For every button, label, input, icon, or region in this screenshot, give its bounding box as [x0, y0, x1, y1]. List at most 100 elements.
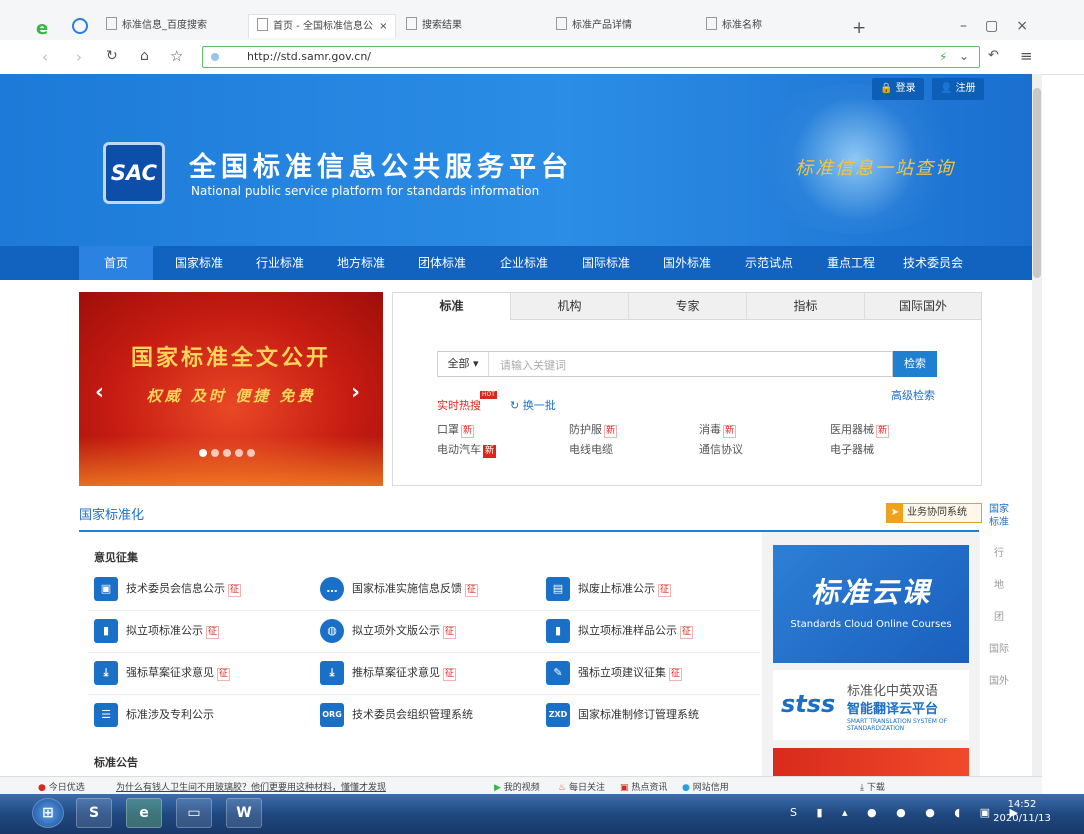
- link-recommended-draft[interactable]: ⤓ 推标草案征求意见征: [320, 660, 457, 686]
- taskbar-browser-icon[interactable]: e: [126, 798, 162, 828]
- link-patent-notice[interactable]: ☰ 标准涉及专利公示: [94, 702, 214, 728]
- new-tab-icon[interactable]: +: [852, 18, 866, 38]
- nav-group[interactable]: 团体标准: [405, 246, 479, 280]
- link-implementation-feedback[interactable]: … 国家标准实施信息反馈征: [320, 576, 479, 602]
- undo-icon[interactable]: ↶: [988, 48, 999, 63]
- nav-national[interactable]: 国家标准: [162, 246, 236, 280]
- tab-home[interactable]: 首页 - 全国标准信息公 ×: [248, 14, 396, 38]
- hot-keyword[interactable]: 口罩新: [437, 421, 475, 438]
- slide-dot[interactable]: [211, 449, 219, 457]
- login-button[interactable]: 🔒 登录: [872, 78, 924, 100]
- forward-icon[interactable]: ›: [76, 48, 82, 66]
- scrollbar-thumb[interactable]: [1033, 88, 1041, 278]
- url-field[interactable]: http://std.samr.gov.cn/ ⚡ ⌄: [202, 46, 980, 68]
- tab-organization[interactable]: 机构: [511, 293, 629, 320]
- status-hot-news[interactable]: ▣ 热点资讯: [620, 780, 667, 793]
- business-collab-button[interactable]: ➤ 业务协同系统: [886, 503, 982, 523]
- start-button[interactable]: ⊞: [32, 798, 64, 828]
- search-button[interactable]: 检索: [893, 351, 937, 377]
- status-my-video[interactable]: ▶ 我的视频: [494, 780, 540, 793]
- slide-dot[interactable]: [199, 449, 207, 457]
- reload-icon[interactable]: ↻: [106, 48, 118, 64]
- link-abolish-notice[interactable]: ▤ 拟废止标准公示征: [546, 576, 672, 602]
- side-nav-industry[interactable]: 行: [986, 544, 1012, 559]
- translation-line1: 标准化中英双语: [847, 684, 939, 699]
- slide-dots[interactable]: [199, 447, 259, 460]
- side-nav-national[interactable]: 国家标准: [986, 503, 1012, 529]
- next-slide-icon[interactable]: ›: [351, 380, 360, 405]
- nav-pilot[interactable]: 示范试点: [732, 246, 806, 280]
- advanced-search-link[interactable]: 高级检索: [891, 387, 935, 403]
- star-icon[interactable]: ☆: [170, 47, 183, 65]
- home-icon[interactable]: ⌂: [140, 48, 149, 64]
- page-scrollbar[interactable]: [1032, 74, 1042, 776]
- link-committee-info[interactable]: ▣ 技术委员会信息公示征: [94, 576, 242, 602]
- status-daily-focus[interactable]: ♨ 每日关注: [558, 780, 605, 793]
- slide-dot[interactable]: [235, 449, 243, 457]
- hot-keyword[interactable]: 防护服新: [569, 421, 618, 438]
- news-ticker[interactable]: 为什么有钱人卫生间不用玻璃胶？他们更要用这种材料，懂懂才发现: [116, 780, 416, 793]
- tab-intl-foreign[interactable]: 国际国外: [865, 293, 981, 320]
- navigate-icon[interactable]: [72, 18, 88, 34]
- link-org-management[interactable]: ORG 技术委员会组织管理系统: [320, 702, 473, 728]
- side-nav-group[interactable]: 团: [986, 608, 1012, 623]
- lightning-icon[interactable]: ⚡: [939, 50, 947, 64]
- link-revision-system[interactable]: ZXD 国家标准制修订管理系统: [546, 702, 699, 728]
- taskbar-360-icon[interactable]: S: [76, 798, 112, 828]
- side-nav-international[interactable]: 国际: [986, 640, 1012, 655]
- tab-expert[interactable]: 专家: [629, 293, 747, 320]
- today-picks[interactable]: ● 今日优选: [38, 780, 85, 793]
- tab-search-result[interactable]: 搜索结果: [398, 14, 546, 38]
- taskbar-folder-icon[interactable]: ▭: [176, 798, 212, 828]
- nav-home[interactable]: 首页: [79, 246, 153, 280]
- prev-slide-icon[interactable]: ‹: [95, 380, 104, 405]
- hot-keyword[interactable]: 电线电缆: [569, 441, 613, 457]
- status-site-credit[interactable]: ● 网站信用: [682, 780, 729, 793]
- chevron-down-icon[interactable]: ⌄: [959, 49, 969, 63]
- tab-indicator[interactable]: 指标: [747, 293, 865, 320]
- back-icon[interactable]: ‹: [42, 48, 48, 66]
- nav-local[interactable]: 地方标准: [324, 246, 398, 280]
- link-mandatory-proposal[interactable]: ✎ 强标立项建议征集征: [546, 660, 683, 686]
- hot-keyword[interactable]: 通信协议: [699, 441, 743, 457]
- slide-dot[interactable]: [223, 449, 231, 457]
- window-controls[interactable]: –▢×: [960, 18, 1046, 34]
- nav-international[interactable]: 国际标准: [569, 246, 643, 280]
- cloud-course-card[interactable]: 标准云课 Standards Cloud Online Courses: [773, 545, 969, 663]
- nav-key-project[interactable]: 重点工程: [814, 246, 888, 280]
- nav-industry[interactable]: 行业标准: [243, 246, 317, 280]
- tab-product-detail[interactable]: 标准产品详情: [548, 14, 696, 38]
- sac-logo[interactable]: SAC: [103, 142, 165, 204]
- nav-enterprise[interactable]: 企业标准: [487, 246, 561, 280]
- menu-icon[interactable]: ≡: [1020, 47, 1033, 65]
- hot-keyword[interactable]: 消毒新: [699, 421, 737, 438]
- link-proposed-standards[interactable]: ▮ 拟立项标准公示征: [94, 618, 220, 644]
- tab-standard-name[interactable]: 标准名称: [698, 14, 846, 38]
- system-clock[interactable]: 14:52 2020/11/13: [990, 798, 1054, 826]
- refresh-keywords-button[interactable]: ↻ 换一批: [510, 397, 556, 413]
- link-mandatory-draft[interactable]: ⤓ 强标草案征求意见征: [94, 660, 231, 686]
- link-standard-samples[interactable]: ▮ 拟立项标准样品公示征: [546, 618, 694, 644]
- search-scope-select[interactable]: 全部 ▾: [438, 352, 489, 376]
- promo-banner[interactable]: 国家标准全文公开 权威 及时 便捷 免费 ‹ ›: [79, 292, 383, 486]
- hot-keyword[interactable]: 电动汽车新: [437, 441, 497, 458]
- red-promo-card[interactable]: [773, 748, 969, 776]
- status-download[interactable]: ⤓ 下载: [860, 780, 885, 793]
- side-nav-local[interactable]: 地: [986, 576, 1012, 591]
- nav-foreign[interactable]: 国外标准: [650, 246, 724, 280]
- close-tab-icon[interactable]: ×: [379, 21, 387, 32]
- slide-dot[interactable]: [247, 449, 255, 457]
- taskbar-word-icon[interactable]: W: [226, 798, 262, 828]
- search-input[interactable]: 请输入关键词: [500, 357, 566, 373]
- nav-committee[interactable]: 技术委员会: [892, 246, 974, 280]
- browser-logo-icon[interactable]: e: [36, 18, 48, 39]
- tab-baidu[interactable]: 标准信息_百度搜索: [98, 14, 246, 38]
- link-foreign-version[interactable]: ◍ 拟立项外文版公示征: [320, 618, 457, 644]
- hot-keyword[interactable]: 电子器械: [830, 441, 874, 457]
- tab-standard[interactable]: 标准: [393, 293, 511, 320]
- translation-platform-card[interactable]: stss 标准化中英双语 智能翻译云平台 SMART TRANSLATION S…: [773, 670, 969, 740]
- hot-keyword[interactable]: 医用器械新: [830, 421, 890, 438]
- register-button[interactable]: 👤 注册: [932, 78, 984, 100]
- side-nav-foreign[interactable]: 国外: [986, 672, 1012, 687]
- caret-down-icon: ▾: [472, 357, 479, 370]
